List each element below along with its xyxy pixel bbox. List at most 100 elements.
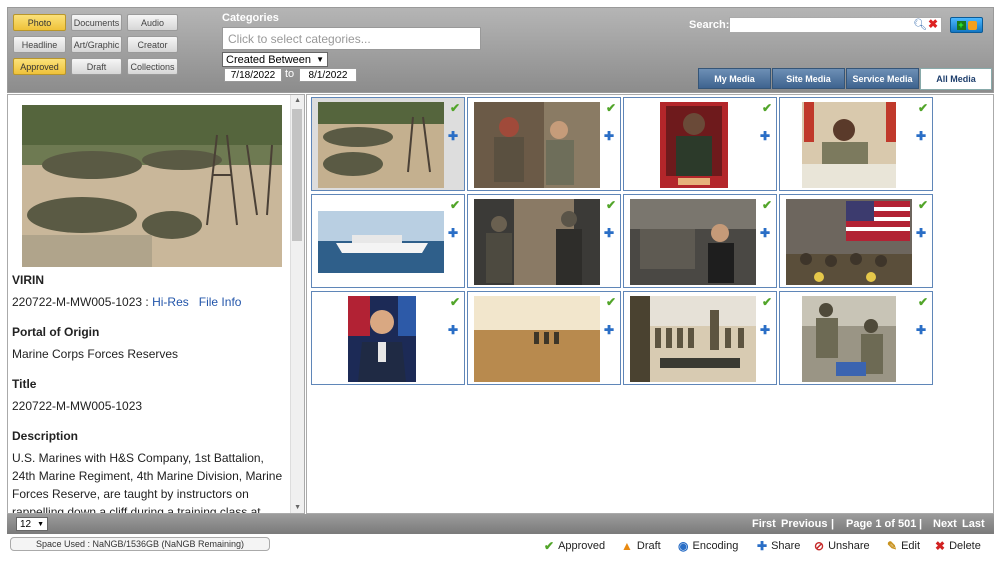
share-plus-icon[interactable]: ✚ bbox=[760, 129, 770, 143]
approved-check-icon: ✔ bbox=[761, 101, 772, 115]
search-icon[interactable]: 🔍︎ bbox=[913, 18, 927, 31]
pager-separator: | bbox=[919, 518, 923, 530]
scroll-down-icon[interactable]: ▼ bbox=[294, 504, 301, 511]
media-tile[interactable]: ✔ ✚ bbox=[623, 97, 777, 191]
approved-check-icon: ✔ bbox=[449, 198, 460, 212]
share-plus-icon[interactable]: ✚ bbox=[916, 226, 926, 240]
legend-encoding-label: Encoding bbox=[692, 540, 739, 552]
status-bar: Space Used : NaNGB/1536GB (NaNGB Remaini… bbox=[7, 534, 994, 556]
media-tile[interactable]: ✔ ✚ bbox=[311, 291, 465, 385]
share-plus-icon[interactable]: ✚ bbox=[604, 129, 614, 143]
media-tile[interactable]: ✔ ✚ bbox=[467, 97, 621, 191]
date-to-input[interactable]: 8/1/2022 bbox=[299, 68, 357, 82]
last-page-link[interactable]: Last bbox=[962, 518, 985, 530]
share-plus-icon[interactable]: ✚ bbox=[760, 226, 770, 240]
title-value: 220722-M-MW005-1023 bbox=[12, 399, 143, 413]
pager-bar: 12 ▼ First Previous | Page 1 of 501 | Ne… bbox=[7, 514, 994, 534]
share-plus-icon[interactable]: ✚ bbox=[604, 226, 614, 240]
approved-check-icon: ✔ bbox=[917, 198, 928, 212]
media-tile[interactable]: ✔ ✚ bbox=[623, 194, 777, 288]
media-thumbnail bbox=[318, 296, 444, 382]
media-thumbnail bbox=[786, 199, 912, 285]
pager-separator: | bbox=[831, 518, 835, 530]
approved-check-icon: ✔ bbox=[605, 198, 616, 212]
media-tile[interactable]: ✔ ✚ bbox=[779, 291, 933, 385]
media-tile[interactable]: ✔ ✚ bbox=[467, 194, 621, 288]
approved-check-icon: ✔ bbox=[605, 295, 616, 309]
hi-res-link[interactable]: Hi-Res bbox=[152, 295, 189, 309]
tab-my-media[interactable]: My Media bbox=[698, 68, 771, 89]
scroll-up-icon[interactable]: ▲ bbox=[294, 97, 301, 104]
media-tile[interactable]: ✔ ✚ bbox=[311, 97, 465, 191]
legend-unshare: ⊘ Unshare bbox=[814, 539, 870, 553]
tab-service-media[interactable]: Service Media bbox=[846, 68, 919, 89]
search-input[interactable] bbox=[729, 17, 942, 33]
check-icon: ✔ bbox=[544, 539, 555, 553]
filter-creator-button[interactable]: Creator bbox=[127, 36, 178, 53]
virin-heading: VIRIN bbox=[12, 273, 45, 287]
approved-check-icon: ✔ bbox=[605, 101, 616, 115]
page-info: Page 1 of 501 bbox=[846, 518, 917, 530]
legend-share: ✚ Share bbox=[757, 539, 800, 553]
delete-x-icon: ✖ bbox=[935, 539, 946, 553]
filter-photo-button[interactable]: Photo bbox=[13, 14, 66, 31]
page-size-select[interactable]: 12 ▼ bbox=[16, 517, 48, 531]
filter-art-graphic-button[interactable]: Art/Graphic bbox=[71, 36, 122, 53]
filter-approved-button[interactable]: Approved bbox=[13, 58, 66, 75]
clear-search-icon[interactable]: ✖ bbox=[928, 17, 938, 31]
filter-collections-button[interactable]: Collections bbox=[127, 58, 178, 75]
share-plus-icon[interactable]: ✚ bbox=[604, 323, 614, 337]
chevron-down-icon: ▼ bbox=[37, 520, 44, 528]
media-thumbnail bbox=[474, 199, 600, 285]
next-page-link[interactable]: Next bbox=[933, 518, 957, 530]
media-tile[interactable]: ✔ ✚ bbox=[467, 291, 621, 385]
share-plus-icon[interactable]: ✚ bbox=[448, 226, 458, 240]
filter-audio-button[interactable]: Audio bbox=[127, 14, 178, 31]
date-to-label: to bbox=[285, 68, 295, 80]
legend-unshare-label: Unshare bbox=[828, 540, 870, 552]
selected-media-preview bbox=[22, 105, 282, 267]
media-thumbnail bbox=[630, 296, 756, 382]
media-tile[interactable]: ✔ ✚ bbox=[311, 194, 465, 288]
tab-site-media[interactable]: Site Media bbox=[772, 68, 845, 89]
share-plus-icon[interactable]: ✚ bbox=[916, 323, 926, 337]
approved-check-icon: ✔ bbox=[761, 198, 772, 212]
origin-value: Marine Corps Forces Reserves bbox=[12, 347, 179, 361]
media-tile[interactable]: ✔ ✚ bbox=[623, 291, 777, 385]
filter-draft-button[interactable]: Draft bbox=[71, 58, 122, 75]
virin-row: 220722-M-MW005-1023 : Hi-Res File Info bbox=[12, 295, 290, 309]
scrollbar-thumb[interactable] bbox=[292, 109, 302, 241]
date-from-input[interactable]: 7/18/2022 bbox=[224, 68, 282, 82]
first-page-link[interactable]: First bbox=[752, 518, 776, 530]
date-mode-value: Created Between bbox=[226, 53, 311, 66]
encoding-icon: ◉ bbox=[678, 539, 689, 553]
media-thumbnail bbox=[630, 102, 756, 188]
categories-input[interactable]: Click to select categories... bbox=[222, 27, 481, 50]
legend-draft-label: Draft bbox=[636, 540, 661, 552]
share-plus-icon[interactable]: ✚ bbox=[760, 323, 770, 337]
media-thumbnail bbox=[474, 296, 600, 382]
previous-page-link[interactable]: Previous bbox=[781, 518, 827, 530]
page-size-value: 12 bbox=[20, 518, 32, 530]
share-plus-icon[interactable]: ✚ bbox=[916, 129, 926, 143]
description-heading: Description bbox=[12, 429, 79, 443]
add-media-button[interactable]: + bbox=[950, 17, 983, 33]
filter-documents-button[interactable]: Documents bbox=[71, 14, 122, 31]
share-plus-icon: ✚ bbox=[757, 539, 768, 553]
media-thumbnail bbox=[630, 199, 756, 285]
media-tile[interactable]: ✔ ✚ bbox=[779, 97, 933, 191]
media-tile[interactable]: ✔ ✚ bbox=[779, 194, 933, 288]
legend-encoding: ◉ Encoding bbox=[678, 539, 738, 553]
date-mode-select[interactable]: Created Between ▼ bbox=[222, 52, 328, 67]
tab-all-media[interactable]: All Media bbox=[920, 68, 992, 90]
approved-check-icon: ✔ bbox=[449, 295, 460, 309]
media-thumbnail bbox=[474, 102, 600, 188]
space-used-indicator: Space Used : NaNGB/1536GB (NaNGB Remaini… bbox=[10, 537, 270, 551]
share-plus-icon[interactable]: ✚ bbox=[448, 323, 458, 337]
filter-headline-button[interactable]: Headline bbox=[13, 36, 66, 53]
share-plus-icon[interactable]: ✚ bbox=[448, 129, 458, 143]
details-scrollbar[interactable]: ▲ ▼ bbox=[290, 95, 304, 513]
description-value: U.S. Marines with H&S Company, 1st Batta… bbox=[12, 451, 283, 514]
legend-draft: ▲ Draft bbox=[621, 539, 661, 553]
file-info-link[interactable]: File Info bbox=[199, 295, 242, 309]
